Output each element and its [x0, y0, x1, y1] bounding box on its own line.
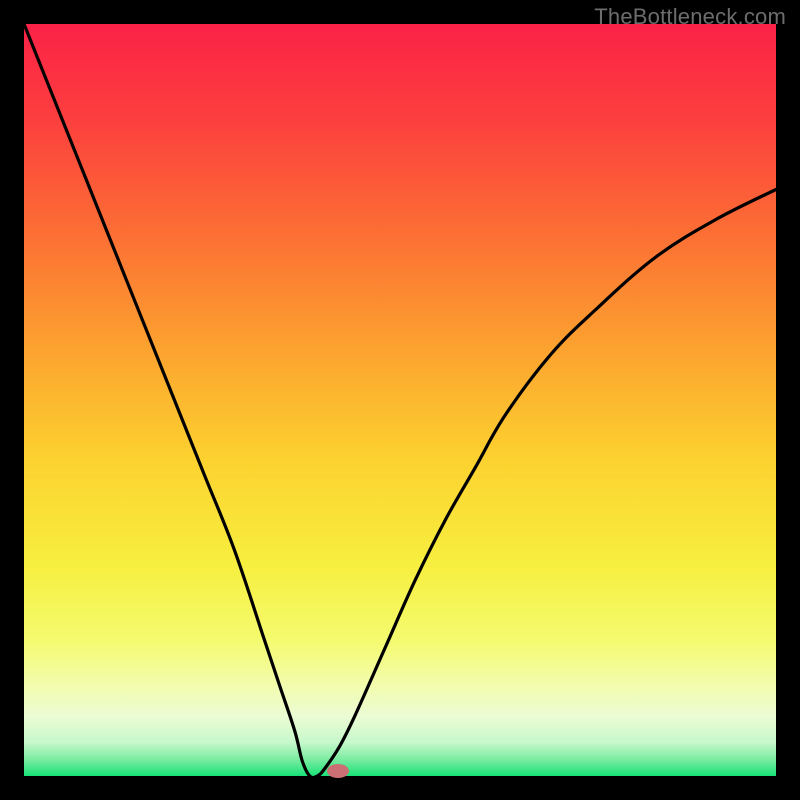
gradient-background — [24, 24, 776, 776]
optimum-marker — [327, 764, 349, 778]
chart-frame — [24, 24, 776, 776]
watermark-text: TheBottleneck.com — [594, 4, 786, 30]
bottleneck-plot — [24, 24, 776, 776]
